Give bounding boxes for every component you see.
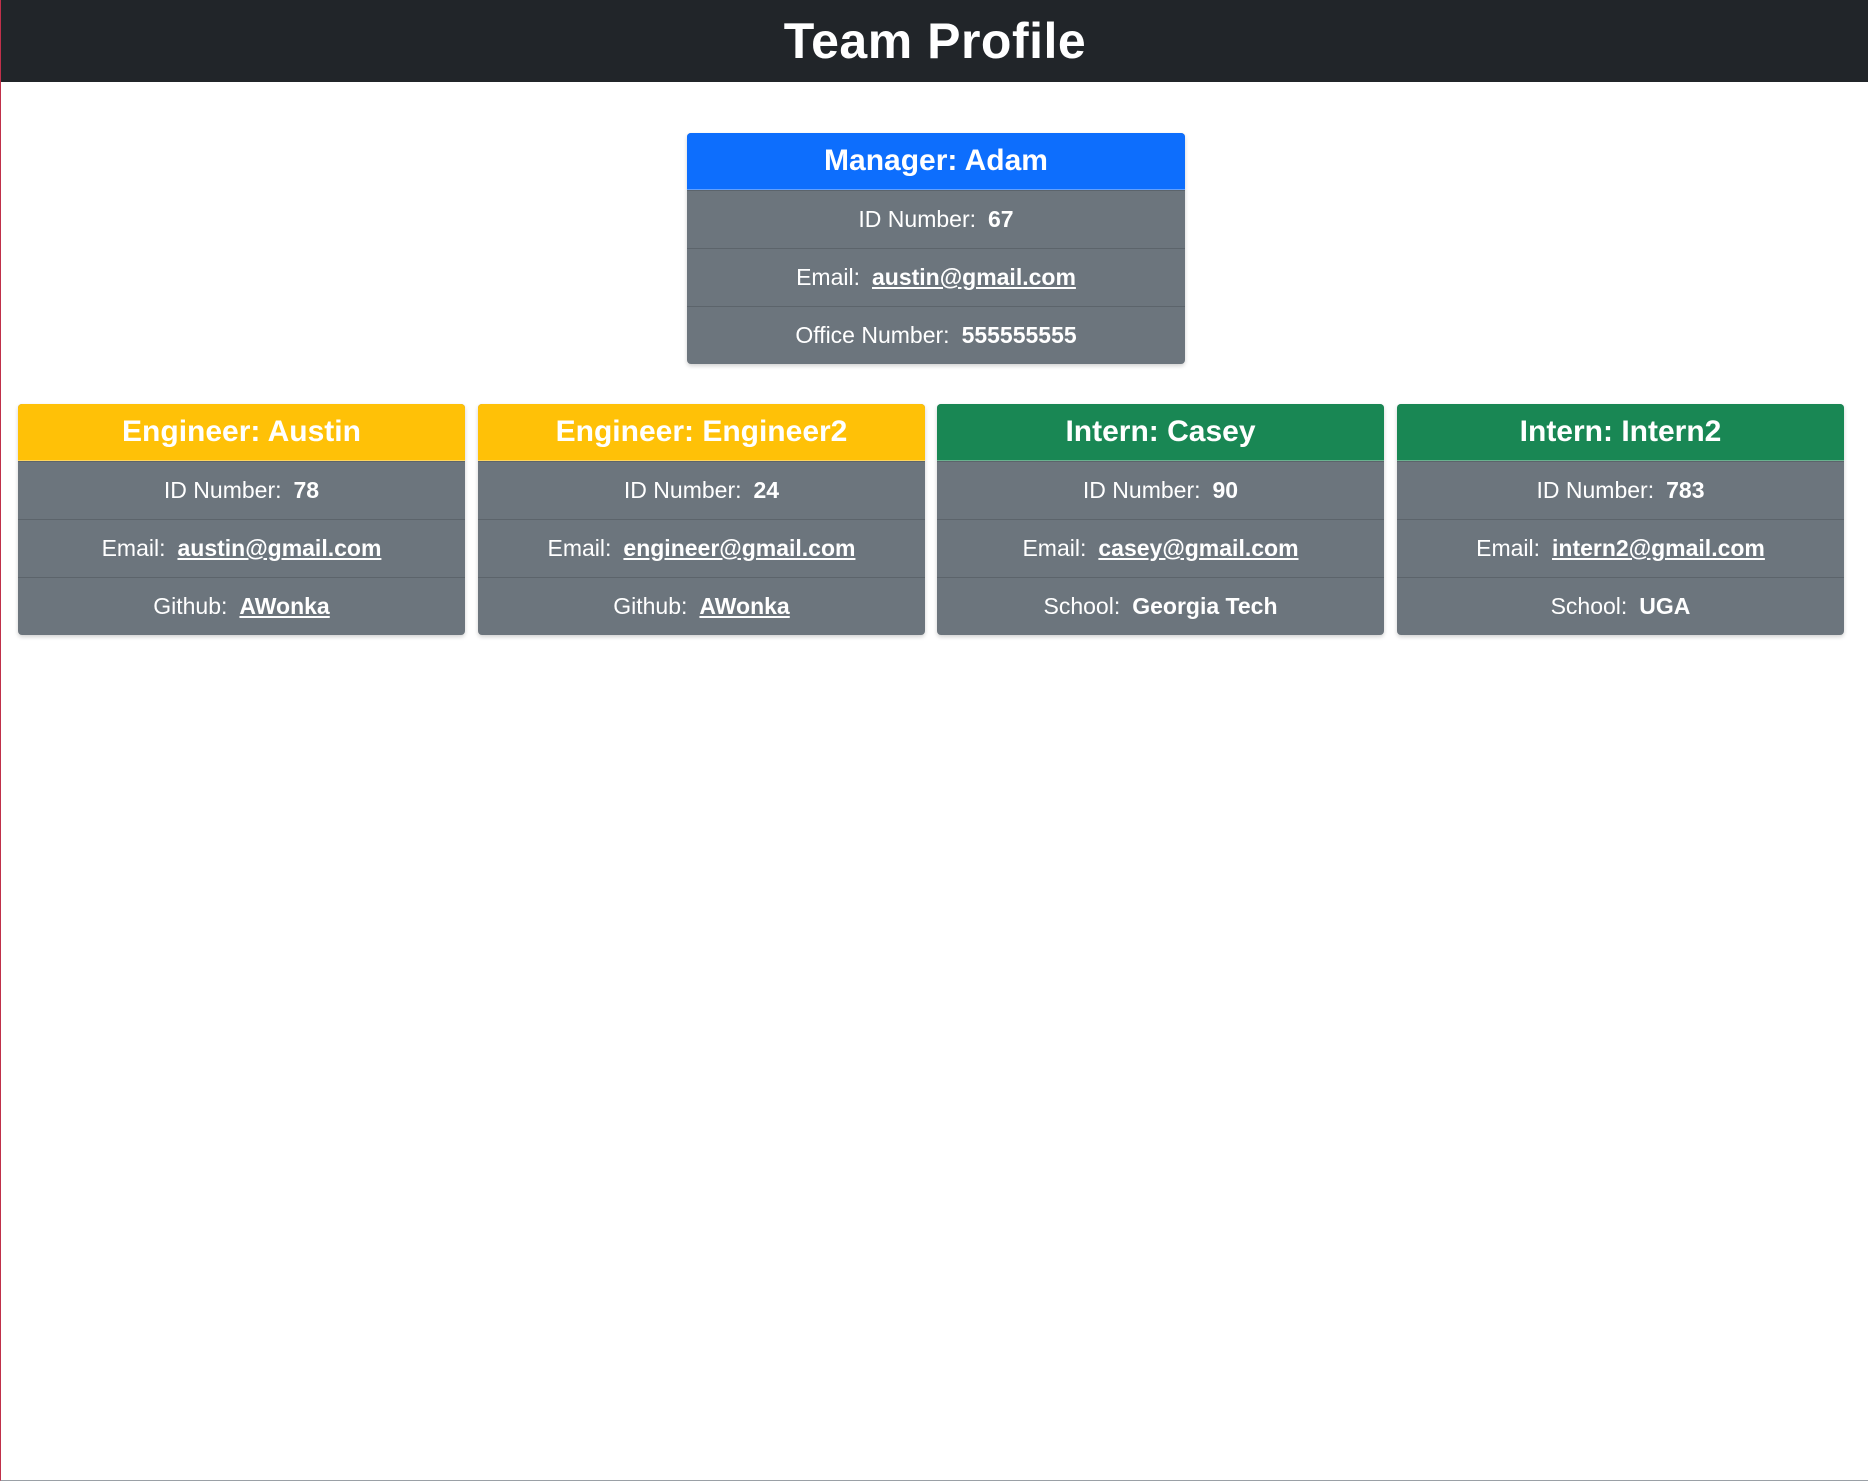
manager-card: Manager: Adam ID Number: 67 Email: austi… <box>687 133 1185 364</box>
id-row: ID Number: 783 <box>1397 461 1844 519</box>
email-label: Email: <box>101 535 166 561</box>
email-link[interactable]: casey@gmail.com <box>1098 535 1298 562</box>
card-title: Engineer: Engineer2 <box>478 404 925 461</box>
intern-card: Intern: Intern2 ID Number: 783 Email: in… <box>1397 404 1844 635</box>
github-label: Github: <box>613 593 688 619</box>
id-label: ID Number: <box>163 477 282 503</box>
email-label: Email: <box>1476 535 1541 561</box>
card-title: Intern: Casey <box>937 404 1384 461</box>
email-label: Email: <box>1022 535 1087 561</box>
email-label: Email: <box>547 535 612 561</box>
github-link[interactable]: AWonka <box>239 593 329 620</box>
id-value: 90 <box>1212 477 1239 503</box>
github-link[interactable]: AWonka <box>699 593 789 620</box>
id-label: ID Number: <box>1082 477 1201 503</box>
card-title: Intern: Intern2 <box>1397 404 1844 461</box>
email-row: Email: austin@gmail.com <box>18 519 465 577</box>
id-label: ID Number: <box>1536 477 1655 503</box>
id-value: 783 <box>1666 477 1705 503</box>
school-row: School: Georgia Tech <box>937 577 1384 635</box>
intern-card: Intern: Casey ID Number: 90 Email: casey… <box>937 404 1384 635</box>
email-row: Email: casey@gmail.com <box>937 519 1384 577</box>
id-value: 24 <box>753 477 780 503</box>
email-link[interactable]: engineer@gmail.com <box>623 535 855 562</box>
school-row: School: UGA <box>1397 577 1844 635</box>
card-title: Engineer: Austin <box>18 404 465 461</box>
id-row: ID Number: 78 <box>18 461 465 519</box>
id-label: ID Number: <box>623 477 742 503</box>
email-row: Email: austin@gmail.com <box>687 248 1185 306</box>
id-row: ID Number: 90 <box>937 461 1384 519</box>
id-row: ID Number: 67 <box>687 190 1185 248</box>
id-label: ID Number: <box>858 206 976 232</box>
school-label: School: <box>1550 593 1628 619</box>
github-row: Github: AWonka <box>18 577 465 635</box>
school-value: UGA <box>1639 593 1691 619</box>
office-label: Office Number: <box>795 322 950 348</box>
school-value: Georgia Tech <box>1132 593 1278 619</box>
email-row: Email: engineer@gmail.com <box>478 519 925 577</box>
email-link[interactable]: austin@gmail.com <box>177 535 381 562</box>
card-title: Manager: Adam <box>687 133 1185 190</box>
id-value: 67 <box>988 206 1014 232</box>
office-row: Office Number: 555555555 <box>687 306 1185 364</box>
id-value: 78 <box>293 477 320 503</box>
engineer-card: Engineer: Austin ID Number: 78 Email: au… <box>18 404 465 635</box>
email-row: Email: intern2@gmail.com <box>1397 519 1844 577</box>
engineer-card: Engineer: Engineer2 ID Number: 24 Email:… <box>478 404 925 635</box>
github-row: Github: AWonka <box>478 577 925 635</box>
email-label: Email: <box>796 264 860 290</box>
email-link[interactable]: austin@gmail.com <box>872 264 1076 291</box>
office-value: 555555555 <box>961 322 1077 348</box>
school-label: School: <box>1043 593 1121 619</box>
page-header: Team Profile <box>1 0 1868 82</box>
email-link[interactable]: intern2@gmail.com <box>1552 535 1765 562</box>
github-label: Github: <box>153 593 228 619</box>
page-title: Team Profile <box>783 13 1087 69</box>
id-row: ID Number: 24 <box>478 461 925 519</box>
